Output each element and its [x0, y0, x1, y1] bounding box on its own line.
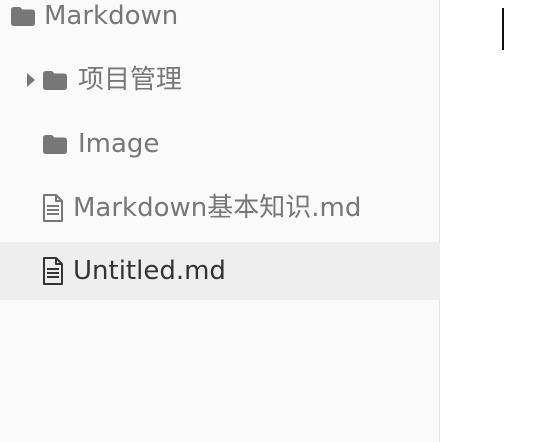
file-tree-sidebar: Markdown 项目管理 Image Markdown基本知识.md Unti…: [0, 0, 440, 442]
editor-pane[interactable]: [441, 0, 544, 442]
file-text-icon: [41, 193, 65, 223]
folder-icon: [10, 6, 36, 26]
sidebar-item-label: Markdown基本知识.md: [73, 193, 362, 223]
caret-right-icon[interactable]: [26, 72, 36, 88]
file-text-icon: [41, 256, 65, 286]
sidebar-item-label: 项目管理: [78, 65, 183, 95]
sidebar-item-untitled-selected[interactable]: Untitled.md: [0, 242, 440, 300]
text-caret: [502, 8, 504, 50]
sidebar-item-label: Image: [78, 129, 160, 159]
sidebar-item-image[interactable]: Image: [0, 115, 440, 173]
sidebar-item-project-management[interactable]: 项目管理: [0, 51, 440, 109]
sidebar-root-label: Markdown: [44, 1, 179, 31]
markdown-editor-window: Markdown 项目管理 Image Markdown基本知识.md Unti…: [0, 0, 544, 442]
sidebar-item-markdown-basics[interactable]: Markdown基本知识.md: [0, 179, 440, 237]
folder-icon: [42, 70, 68, 90]
sidebar-item-label: Untitled.md: [73, 256, 226, 286]
sidebar-root-folder-markdown[interactable]: Markdown: [0, 0, 440, 45]
folder-icon: [42, 134, 68, 154]
